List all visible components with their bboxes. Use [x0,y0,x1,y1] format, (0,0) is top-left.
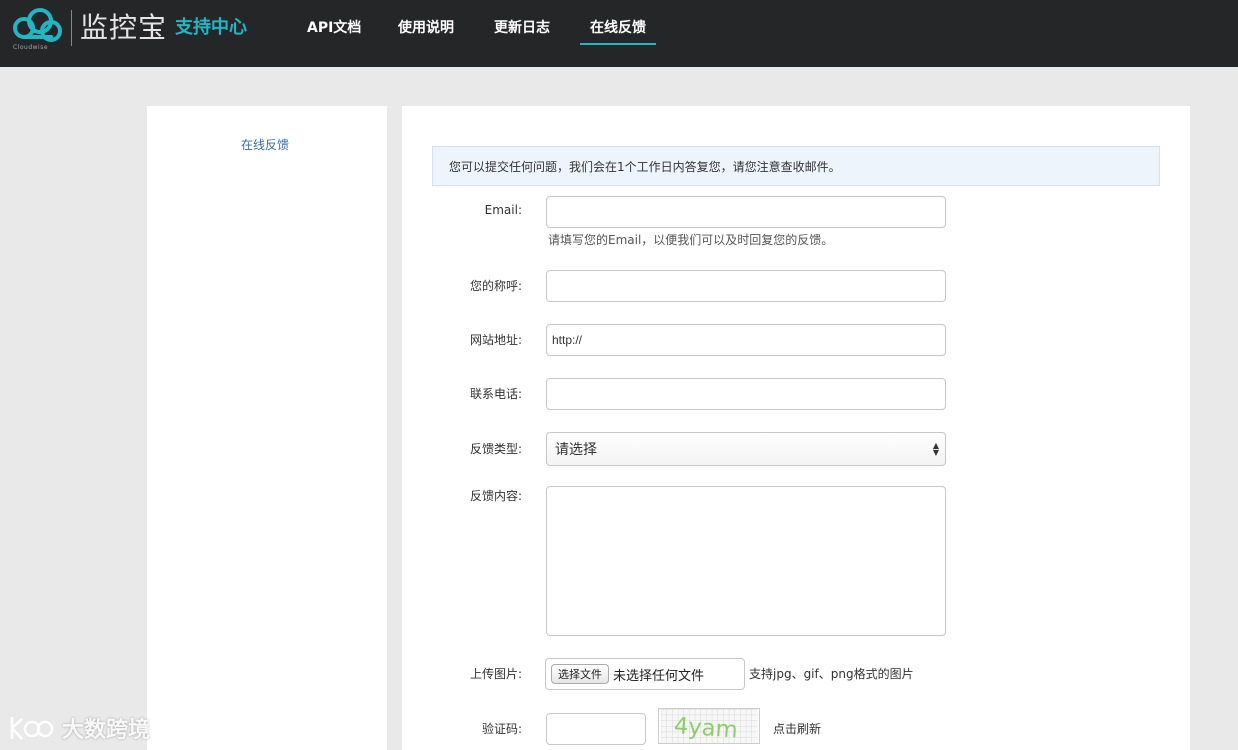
nav-feedback[interactable]: 在线反馈 [590,19,646,37]
nav-api-docs[interactable]: API文档 [307,19,361,37]
captcha-image[interactable]: 4yam [658,708,760,744]
name-label: 您的称呼: [469,279,522,293]
nav-active-indicator [580,43,656,45]
feedback-content-label: 反馈内容: [469,489,522,503]
feedback-type-value: 请选择 [555,442,597,458]
phone-field[interactable] [546,378,946,410]
svg-text:4yam: 4yam [673,713,738,743]
brand-subtitle[interactable]: 支持中心 [175,16,247,40]
email-label: Email: [484,203,522,217]
sidebar-item-feedback[interactable]: 在线反馈 [241,136,289,153]
sidebar: 在线反馈 [147,106,387,750]
nav-user-guide[interactable]: 使用说明 [398,19,454,37]
name-field[interactable] [546,270,946,302]
watermark: 大数跨境 [8,712,150,744]
nav-changelog[interactable]: 更新日志 [494,19,550,37]
logo-caption: Cloudwise [13,44,49,51]
brand-name[interactable]: 监控宝 [80,11,167,45]
choose-file-button[interactable]: 选择文件 [551,664,609,684]
refresh-captcha-link[interactable]: 点击刷新 [773,720,821,737]
feedback-content-textarea[interactable] [546,486,946,636]
watermark-text: 大数跨境 [62,718,151,743]
upload-format-hint: 支持jpg、gif、png格式的图片 [749,667,914,681]
website-label: 网站地址: [469,333,522,347]
info-notice: 您可以提交任何问题，我们会在1个工作日内答复您，请您注意查收邮件。 [432,146,1160,186]
email-field[interactable] [546,196,946,228]
email-help-text: 请填写您的Email，以便我们可以及时回复您的反馈。 [548,233,834,247]
image-upload-field[interactable]: 选择文件 未选择任何文件 [545,658,745,690]
file-status-text: 未选择任何文件 [613,668,705,684]
select-arrows-icon: ▲ ▼ [932,441,939,457]
phone-label: 联系电话: [469,387,522,401]
watermark-logo-icon [10,717,54,740]
captcha-field[interactable] [546,713,646,745]
feedback-panel: 您可以提交任何问题，我们会在1个工作日内答复您，请您注意查收邮件。 Email:… [402,106,1190,750]
captcha-label: 验证码: [481,722,522,736]
upload-label: 上传图片: [469,667,522,681]
feedback-type-label: 反馈类型: [469,442,522,456]
logo-divider [71,10,72,46]
feedback-type-select[interactable]: 请选择 ▲ ▼ [546,432,946,466]
website-field[interactable]: http:// [546,324,946,356]
top-navbar: Cloudwise 监控宝 支持中心 API文档 使用说明 更新日志 在线反馈 [0,0,1238,67]
